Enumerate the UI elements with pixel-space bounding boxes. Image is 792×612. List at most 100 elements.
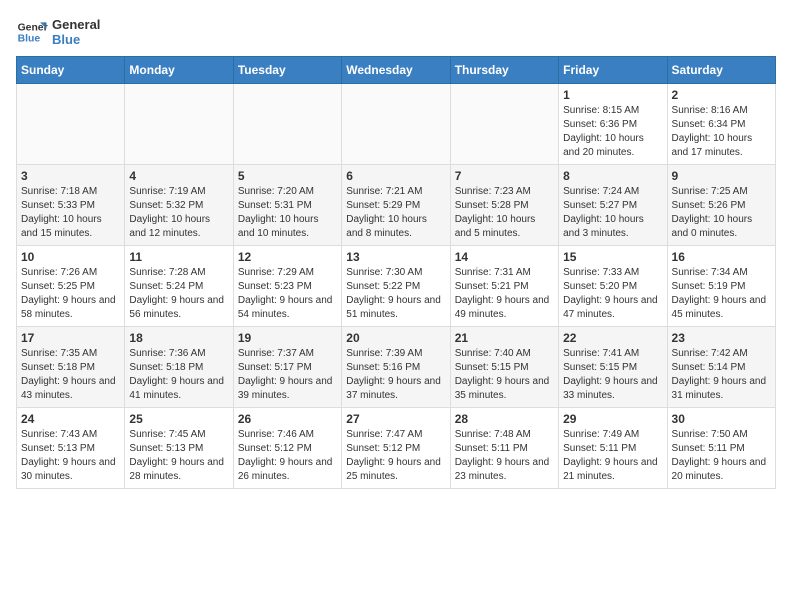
page-header: General Blue General Blue [16,16,776,48]
day-info: Sunrise: 7:19 AM Sunset: 5:32 PM Dayligh… [129,185,228,241]
calendar-cell: 17 Sunrise: 7:35 AM Sunset: 5:18 PM Dayli… [17,327,125,408]
logo-blue: Blue [52,32,100,47]
calendar-cell [125,84,233,165]
calendar-week-3: 10 Sunrise: 7:26 AM Sunset: 5:25 PM Dayli… [17,246,776,327]
calendar-cell: 4Sunrise: 7:19 AM Sunset: 5:32 PM Daylig… [125,165,233,246]
day-info: Sunrise: 7:30 AM Sunset: 5:22 PM Dayligh… [346,266,445,322]
day-info: Sunrise: 7:26 AM Sunset: 5:25 PM Dayligh… [21,266,120,322]
day-number: 11 [129,250,228,264]
calendar-cell: 19 Sunrise: 7:37 AM Sunset: 5:17 PM Dayli… [233,327,341,408]
calendar-cell: 14 Sunrise: 7:31 AM Sunset: 5:21 PM Dayli… [450,246,558,327]
day-number: 22 [563,331,662,345]
day-info: Sunrise: 7:24 AM Sunset: 5:27 PM Dayligh… [563,185,662,241]
weekday-header-monday: Monday [125,57,233,84]
day-number: 13 [346,250,445,264]
day-number: 27 [346,412,445,426]
day-info: Sunrise: 7:31 AM Sunset: 5:21 PM Dayligh… [455,266,554,322]
calendar-cell [450,84,558,165]
calendar-cell: 9 Sunrise: 7:25 AM Sunset: 5:26 PM Daylig… [667,165,775,246]
day-number: 18 [129,331,228,345]
logo-icon: General Blue [16,16,48,48]
calendar-cell: 13 Sunrise: 7:30 AM Sunset: 5:22 PM Dayli… [342,246,450,327]
calendar-cell: 23Sunrise: 7:42 AM Sunset: 5:14 PM Dayli… [667,327,775,408]
svg-text:Blue: Blue [18,34,41,45]
day-info: Sunrise: 7:35 AM Sunset: 5:18 PM Dayligh… [21,347,120,403]
day-number: 20 [346,331,445,345]
calendar-cell: 2 Sunrise: 8:16 AM Sunset: 6:34 PM Daylig… [667,84,775,165]
day-number: 16 [672,250,771,264]
weekday-header-saturday: Saturday [667,57,775,84]
logo-general: General [52,17,100,32]
day-info: Sunrise: 7:40 AM Sunset: 5:15 PM Dayligh… [455,347,554,403]
calendar-cell: 15 Sunrise: 7:33 AM Sunset: 5:20 PM Dayli… [559,246,667,327]
day-info: Sunrise: 7:48 AM Sunset: 5:11 PM Dayligh… [455,428,554,484]
day-number: 14 [455,250,554,264]
day-info: Sunrise: 7:37 AM Sunset: 5:17 PM Dayligh… [238,347,337,403]
calendar-cell: 7 Sunrise: 7:23 AM Sunset: 5:28 PM Daylig… [450,165,558,246]
calendar-cell: 3 Sunrise: 7:18 AM Sunset: 5:33 PM Daylig… [17,165,125,246]
day-info: Sunrise: 7:43 AM Sunset: 5:13 PM Dayligh… [21,428,120,484]
day-info: Sunrise: 7:47 AM Sunset: 5:12 PM Dayligh… [346,428,445,484]
day-number: 9 [672,169,771,183]
day-number: 10 [21,250,120,264]
weekday-header-row: SundayMondayTuesdayWednesdayThursdayFrid… [17,57,776,84]
calendar-week-2: 3 Sunrise: 7:18 AM Sunset: 5:33 PM Daylig… [17,165,776,246]
day-number: 3 [21,169,120,183]
day-info: Sunrise: 7:39 AM Sunset: 5:16 PM Dayligh… [346,347,445,403]
day-info: Sunrise: 7:34 AM Sunset: 5:19 PM Dayligh… [672,266,771,322]
calendar-cell: 11 Sunrise: 7:28 AM Sunset: 5:24 PM Dayli… [125,246,233,327]
calendar-cell: 6 Sunrise: 7:21 AM Sunset: 5:29 PM Daylig… [342,165,450,246]
calendar-cell [17,84,125,165]
calendar-cell: 25Sunrise: 7:45 AM Sunset: 5:13 PM Dayli… [125,408,233,489]
day-number: 21 [455,331,554,345]
calendar-cell: 1 Sunrise: 8:15 AM Sunset: 6:36 PM Daylig… [559,84,667,165]
calendar-cell: 12 Sunrise: 7:29 AM Sunset: 5:23 PM Dayli… [233,246,341,327]
day-info: Sunrise: 8:16 AM Sunset: 6:34 PM Dayligh… [672,104,771,160]
calendar-cell: 28 Sunrise: 7:48 AM Sunset: 5:11 PM Dayli… [450,408,558,489]
day-number: 15 [563,250,662,264]
day-number: 26 [238,412,337,426]
day-info: Sunrise: 7:18 AM Sunset: 5:33 PM Dayligh… [21,185,120,241]
weekday-header-wednesday: Wednesday [342,57,450,84]
calendar-cell: 24 Sunrise: 7:43 AM Sunset: 5:13 PM Dayli… [17,408,125,489]
day-info: Sunrise: 7:49 AM Sunset: 5:11 PM Dayligh… [563,428,662,484]
day-info: Sunrise: 7:28 AM Sunset: 5:24 PM Dayligh… [129,266,228,322]
day-info: Sunrise: 7:20 AM Sunset: 5:31 PM Dayligh… [238,185,337,241]
day-number: 12 [238,250,337,264]
day-info: Sunrise: 7:41 AM Sunset: 5:15 PM Dayligh… [563,347,662,403]
calendar-cell: 8 Sunrise: 7:24 AM Sunset: 5:27 PM Daylig… [559,165,667,246]
day-number: 7 [455,169,554,183]
day-number: 24 [21,412,120,426]
calendar-cell: 22 Sunrise: 7:41 AM Sunset: 5:15 PM Dayli… [559,327,667,408]
day-number: 2 [672,88,771,102]
day-info: Sunrise: 7:25 AM Sunset: 5:26 PM Dayligh… [672,185,771,241]
day-info: Sunrise: 8:15 AM Sunset: 6:36 PM Dayligh… [563,104,662,160]
day-info: Sunrise: 7:23 AM Sunset: 5:28 PM Dayligh… [455,185,554,241]
day-info: Sunrise: 7:36 AM Sunset: 5:18 PM Dayligh… [129,347,228,403]
day-info: Sunrise: 7:21 AM Sunset: 5:29 PM Dayligh… [346,185,445,241]
calendar-cell: 5Sunrise: 7:20 AM Sunset: 5:31 PM Daylig… [233,165,341,246]
calendar-cell: 26 Sunrise: 7:46 AM Sunset: 5:12 PM Dayli… [233,408,341,489]
day-number: 8 [563,169,662,183]
day-number: 1 [563,88,662,102]
day-number: 6 [346,169,445,183]
calendar-cell: 20 Sunrise: 7:39 AM Sunset: 5:16 PM Dayli… [342,327,450,408]
calendar-cell: 21 Sunrise: 7:40 AM Sunset: 5:15 PM Dayli… [450,327,558,408]
weekday-header-tuesday: Tuesday [233,57,341,84]
day-number: 25 [129,412,228,426]
weekday-header-thursday: Thursday [450,57,558,84]
weekday-header-sunday: Sunday [17,57,125,84]
day-number: 23 [672,331,771,345]
day-number: 19 [238,331,337,345]
calendar-cell: 16 Sunrise: 7:34 AM Sunset: 5:19 PM Dayli… [667,246,775,327]
day-number: 29 [563,412,662,426]
day-number: 30 [672,412,771,426]
calendar-week-4: 17 Sunrise: 7:35 AM Sunset: 5:18 PM Dayli… [17,327,776,408]
day-number: 28 [455,412,554,426]
day-info: Sunrise: 7:29 AM Sunset: 5:23 PM Dayligh… [238,266,337,322]
calendar-cell [233,84,341,165]
calendar-cell: 29 Sunrise: 7:49 AM Sunset: 5:11 PM Dayli… [559,408,667,489]
day-info: Sunrise: 7:33 AM Sunset: 5:20 PM Dayligh… [563,266,662,322]
day-number: 17 [21,331,120,345]
day-info: Sunrise: 7:46 AM Sunset: 5:12 PM Dayligh… [238,428,337,484]
